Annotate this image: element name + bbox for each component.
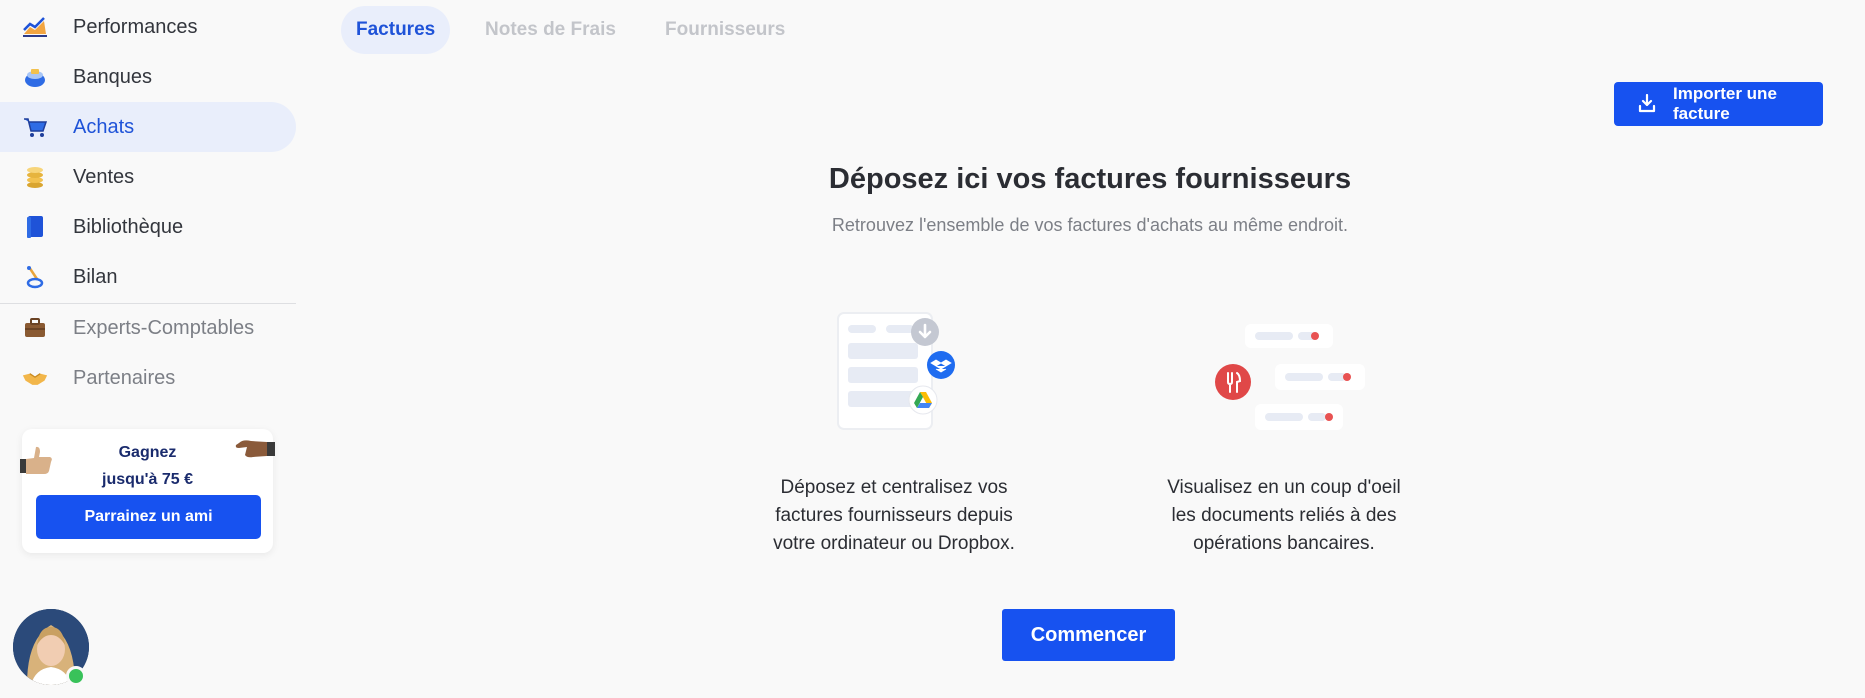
import-invoice-button[interactable]: Importer une facture: [1614, 82, 1823, 126]
sidebar-item-performances[interactable]: Performances: [0, 2, 296, 52]
feature-upload-line: Déposez et centralisez vos: [780, 477, 1008, 498]
google-drive-icon: [908, 385, 938, 420]
feature-upload-line: factures fournisseurs depuis: [775, 505, 1013, 526]
feature-upload-text: Déposez et centralisez vos factures four…: [744, 474, 1044, 558]
download-icon: [910, 317, 940, 352]
sidebar-item-label: Ventes: [73, 165, 135, 188]
referral-title-line2: jusqu'à 75 €: [102, 471, 193, 488]
online-status-indicator: [66, 666, 86, 686]
tab-factures[interactable]: Factures: [341, 6, 451, 54]
bank-icon: [22, 65, 48, 89]
sidebar-item-banques[interactable]: Banques: [0, 52, 296, 102]
page-subtitle: Retrouvez l'ensemble de vos factures d'a…: [831, 215, 1349, 235]
handshake-icon: [22, 366, 48, 390]
sidebar-item-experts-comptables[interactable]: Experts-Comptables: [0, 303, 296, 353]
coins-icon: [22, 165, 48, 189]
dropbox-icon: [926, 350, 956, 385]
linked-documents-illustration: [1205, 320, 1370, 445]
feature-linked-docs-line: opérations bancaires.: [1193, 533, 1375, 554]
sidebar-item-label: Bilan: [73, 265, 118, 288]
sidebar-item-achats[interactable]: Achats: [0, 102, 296, 152]
feature-upload-line: votre ordinateur ou Dropbox.: [773, 533, 1015, 554]
tab-fournisseurs[interactable]: Fournisseurs: [650, 6, 800, 54]
balance-icon: [22, 265, 48, 289]
chart-icon: [22, 15, 48, 39]
sidebar-item-label: Experts-Comptables: [73, 316, 255, 339]
sidebar-item-bilan[interactable]: Bilan: [0, 252, 296, 302]
pointing-hand-icon: [235, 433, 275, 468]
feature-linked-docs-text: Visualisez en un coup d'oeil les documen…: [1134, 474, 1434, 558]
sidebar-item-label: Banques: [73, 65, 152, 88]
sidebar-item-partenaires[interactable]: Partenaires: [0, 353, 296, 403]
start-button[interactable]: Commencer: [1002, 609, 1175, 661]
sidebar-item-ventes[interactable]: Ventes: [0, 152, 296, 202]
sidebar-item-label: Bibliothèque: [73, 215, 184, 238]
tab-notes-de-frais[interactable]: Notes de Frais: [470, 6, 631, 54]
briefcase-icon: [22, 316, 48, 340]
page-title: Déposez ici vos factures fournisseurs: [828, 163, 1352, 195]
sidebar: Performances Banques Achats Ventes Bibli…: [0, 0, 296, 698]
upload-illustration: [830, 305, 960, 440]
sidebar-item-label: Performances: [73, 15, 198, 38]
sidebar-item-label: Achats: [73, 115, 135, 138]
sidebar-item-label: Partenaires: [73, 366, 176, 389]
referral-card: Gagnez jusqu'à 75 € Parrainez un ami: [20, 429, 275, 553]
cart-icon: [22, 115, 48, 139]
sidebar-item-bibliotheque[interactable]: Bibliothèque: [0, 202, 296, 252]
refer-friend-button[interactable]: Parrainez un ami: [36, 495, 261, 539]
download-icon: [1638, 93, 1656, 118]
import-invoice-label: Importer une facture: [1673, 84, 1777, 123]
feature-linked-docs-line: Visualisez en un coup d'oeil: [1167, 477, 1401, 498]
book-icon: [22, 215, 48, 239]
feature-linked-docs-line: les documents reliés à des: [1171, 505, 1397, 526]
restaurant-icon: [1213, 362, 1253, 407]
